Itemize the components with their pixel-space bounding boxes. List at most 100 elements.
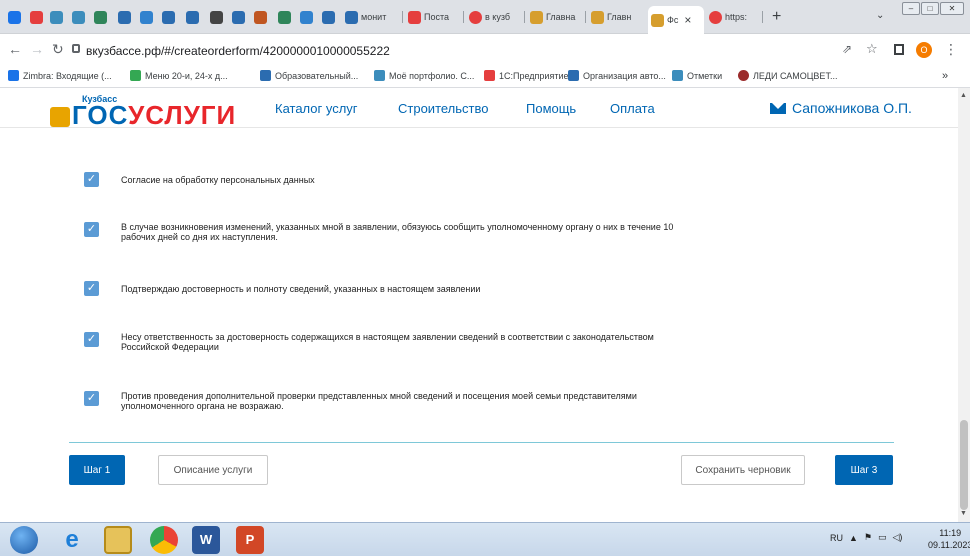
network-icon[interactable]: ▭	[878, 532, 887, 543]
tab-icon[interactable]	[162, 11, 175, 24]
close-tab-icon[interactable]: ×	[684, 13, 691, 27]
tab-icon[interactable]	[72, 11, 85, 24]
bookmark-otmetki[interactable]: Отметки	[672, 70, 722, 81]
tab-icon[interactable]	[140, 11, 153, 24]
bookmark-star-icon[interactable]: ☆	[866, 42, 878, 56]
drive-icon	[130, 70, 141, 81]
forward-arrow-icon[interactable]: →	[30, 42, 44, 56]
bookmark-icon	[672, 70, 683, 81]
clock-date: 09.11.2023	[928, 540, 970, 550]
chrome-icon[interactable]	[150, 526, 178, 554]
bookmark-zimbra[interactable]: Zimbra: Входящие (...	[8, 70, 112, 81]
tab-icon[interactable]	[232, 11, 245, 24]
tray-expand-icon[interactable]: ▲	[849, 533, 858, 543]
lock-icon[interactable]	[72, 44, 80, 53]
bookmark-label: Моё портфолио. С...	[389, 70, 475, 81]
tab-favicon-icon	[345, 10, 358, 24]
save-draft-button[interactable]: Сохранить черновик	[681, 455, 805, 485]
agreement-text: Против проведения дополнительной проверк…	[121, 391, 637, 411]
tab-label: Главна	[546, 12, 576, 22]
bookmark-menu[interactable]: Меню 20-и, 24-х д...	[130, 70, 228, 81]
tab-active[interactable]: Фс ×	[648, 6, 704, 34]
word-icon[interactable]: W	[192, 526, 220, 554]
service-description-button[interactable]: Описание услуги	[158, 455, 268, 485]
new-tab-button[interactable]: +	[772, 8, 781, 26]
share-icon[interactable]: ⇗	[842, 42, 852, 56]
tab-icon[interactable]	[186, 11, 199, 24]
agreement-text: Согласие на обработку персональных данны…	[121, 175, 315, 185]
tab-icon[interactable]	[94, 11, 107, 24]
bookmark-education[interactable]: Образовательный...	[260, 70, 358, 81]
kuzbass-emblem-icon	[50, 107, 70, 127]
page-content: Кузбасс ГОСУСЛУГИ Каталог услуг Строител…	[0, 88, 958, 522]
tab-https[interactable]: https:	[706, 5, 760, 29]
url-field[interactable]: вкузбассе.рф/#/createorderform/420000001…	[86, 40, 886, 62]
step-1-button[interactable]: Шаг 1	[69, 455, 125, 485]
tab-icon[interactable]	[30, 11, 43, 24]
volume-icon[interactable]: ◁)	[893, 532, 903, 543]
tab-icon[interactable]	[254, 11, 267, 24]
tab-favicon-icon	[530, 10, 543, 24]
start-button[interactable]	[10, 526, 38, 554]
bookmarks-more-button[interactable]: »	[942, 70, 948, 82]
browser-tab-strip: монит Поста в кузб Главна Главн Фс × htt…	[0, 0, 970, 34]
bookmark-1c[interactable]: 1С:Предприятие	[484, 70, 568, 81]
side-panel-icon[interactable]	[894, 44, 904, 55]
tab-icon[interactable]	[322, 11, 335, 24]
maximize-window-button[interactable]: □	[921, 2, 939, 15]
scroll-up-arrow-icon[interactable]: ▲	[960, 92, 967, 99]
tab-favicon-icon	[408, 10, 421, 24]
nav-help[interactable]: Помощь	[526, 101, 576, 116]
nav-payment[interactable]: Оплата	[610, 101, 655, 116]
system-tray: RU ▲ ⚑ ▭ ◁)	[830, 532, 902, 543]
system-clock[interactable]: 11:19 09.11.2023	[928, 527, 970, 551]
language-indicator[interactable]: RU	[830, 533, 843, 543]
tab-postanovlenie[interactable]: Поста	[405, 5, 463, 29]
tab-icon[interactable]	[210, 11, 223, 24]
nav-catalog[interactable]: Каталог услуг	[275, 101, 358, 116]
back-arrow-icon[interactable]: ←	[8, 42, 22, 56]
gem-icon	[738, 70, 749, 81]
agreement-checkbox[interactable]: ✓	[84, 391, 99, 406]
step-3-button[interactable]: Шаг 3	[835, 455, 893, 485]
bookmark-organization[interactable]: Организация авто...	[568, 70, 666, 81]
user-profile-link[interactable]: Сапожникова О.П.	[770, 100, 912, 116]
tab-separator	[585, 11, 586, 23]
tab-yandex-search[interactable]: в кузб	[466, 5, 524, 29]
tab-glavnaya-2[interactable]: Главн	[588, 5, 646, 29]
page-scrollbar[interactable]: ▲ ▼	[958, 88, 970, 522]
close-window-button[interactable]: ✕	[940, 2, 964, 15]
file-explorer-icon[interactable]	[104, 526, 132, 554]
agreement-checkbox[interactable]: ✓	[84, 172, 99, 187]
logo-word-uslugi: УСЛУГИ	[128, 100, 237, 130]
tab-separator	[402, 11, 403, 23]
agreement-checkbox[interactable]: ✓	[84, 332, 99, 347]
nav-construction[interactable]: Строительство	[398, 101, 488, 116]
tab-icon[interactable]	[300, 11, 313, 24]
scrollbar-thumb[interactable]	[960, 420, 968, 510]
tab-monitoring[interactable]: монит	[342, 5, 402, 29]
browser-menu-icon[interactable]: ⋮	[944, 42, 958, 56]
bookmark-portfolio[interactable]: Моё портфолио. С...	[374, 70, 474, 81]
bookmark-label: ЛЕДИ САМОЦВЕТ...	[753, 70, 838, 81]
tab-search-chevron-down-icon[interactable]: ⌄	[876, 10, 884, 21]
scroll-down-arrow-icon[interactable]: ▼	[960, 510, 967, 517]
user-name: Сапожникова О.П.	[792, 100, 912, 116]
profile-avatar[interactable]: O	[916, 42, 932, 58]
yandex-icon	[469, 10, 482, 24]
minimize-window-button[interactable]: –	[902, 2, 920, 15]
tab-icon[interactable]	[118, 11, 131, 24]
agreement-item: ✓ Подтверждаю достоверность и полноту св…	[84, 281, 701, 296]
agreement-checkbox[interactable]: ✓	[84, 281, 99, 296]
tab-icon[interactable]	[278, 11, 291, 24]
tab-glavnaya-1[interactable]: Главна	[527, 5, 585, 29]
agreement-checkbox[interactable]: ✓	[84, 222, 99, 237]
internet-explorer-icon[interactable]: e	[58, 526, 86, 554]
tab-icon[interactable]	[50, 11, 63, 24]
reload-icon[interactable]: ↻	[52, 42, 64, 56]
app-icon[interactable]	[8, 11, 21, 24]
flag-icon[interactable]: ⚑	[864, 532, 872, 543]
powerpoint-icon[interactable]: P	[236, 526, 264, 554]
bookmark-ledi[interactable]: ЛЕДИ САМОЦВЕТ...	[738, 70, 837, 81]
bookmark-label: Образовательный...	[275, 70, 359, 81]
